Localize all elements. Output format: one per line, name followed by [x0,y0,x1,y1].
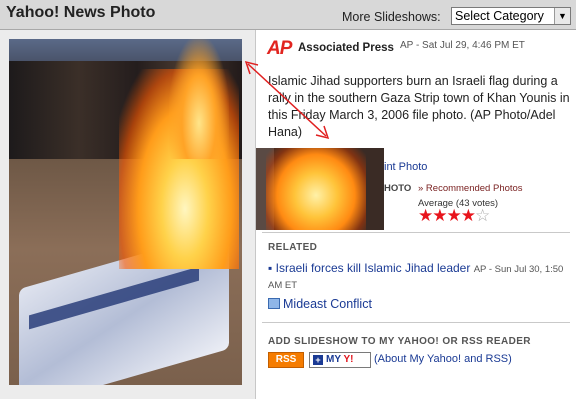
more-slideshows-label: More Slideshows: [342,10,441,24]
main-photo[interactable] [9,39,242,385]
my-label: MY [326,354,341,365]
related-item: ▪ Israeli forces kill Islamic Jihad lead… [268,261,570,293]
category-select-value: Select Category [455,9,544,23]
photo-panel [0,30,256,399]
print-photo-link[interactable]: int Photo [384,161,427,173]
page-title: Yahoo! News Photo [6,4,156,21]
category-select[interactable]: Select Category ▼ [451,7,571,25]
photo-caption: Islamic Jihad supporters burn an Israeli… [268,74,570,139]
related-heading: RELATED [268,242,318,253]
ap-logo-mark: AP [267,38,292,59]
rss-button[interactable]: RSS [268,352,304,368]
photo-fire-top [169,39,229,159]
plus-icon: + [313,355,323,365]
bullet-icon: ▪ [268,261,273,275]
divider [262,232,570,233]
related-link[interactable]: Israeli forces kill Islamic Jihad leader [276,261,471,275]
email-photo-label[interactable]: HOTO [384,183,411,194]
thumbnail-fire [266,148,366,230]
topic-label: Mideast Conflict [283,297,372,311]
top-bar: Yahoo! News Photo More Slideshows: Selec… [0,0,576,30]
topic-link[interactable]: Mideast Conflict [268,297,372,311]
dragged-photo-thumbnail[interactable] [256,148,384,230]
star-empty-icon[interactable]: ☆ [475,206,490,225]
star-icon[interactable]: ★ [418,206,433,225]
recommended-photos-link[interactable]: » Recommended Photos [418,183,523,194]
about-my-yahoo-link[interactable]: (About My Yahoo! and RSS) [374,353,512,365]
chevron-down-icon[interactable]: ▼ [554,8,570,24]
divider [262,322,570,323]
add-to-my-yahoo-button[interactable]: + MY Y! [309,352,371,368]
star-icon[interactable]: ★ [432,206,447,225]
star-icon[interactable]: ★ [461,206,476,225]
yahoo-label: Y! [343,354,354,365]
rating-stars[interactable]: ★★★★☆ [418,206,490,226]
topic-icon [268,298,280,309]
dateline: AP - Sat Jul 29, 4:46 PM ET [400,40,525,51]
star-icon[interactable]: ★ [447,206,462,225]
source-name: Associated Press [298,42,394,54]
add-slideshow-heading: ADD SLIDESHOW TO MY YAHOO! OR RSS READER [268,336,531,347]
